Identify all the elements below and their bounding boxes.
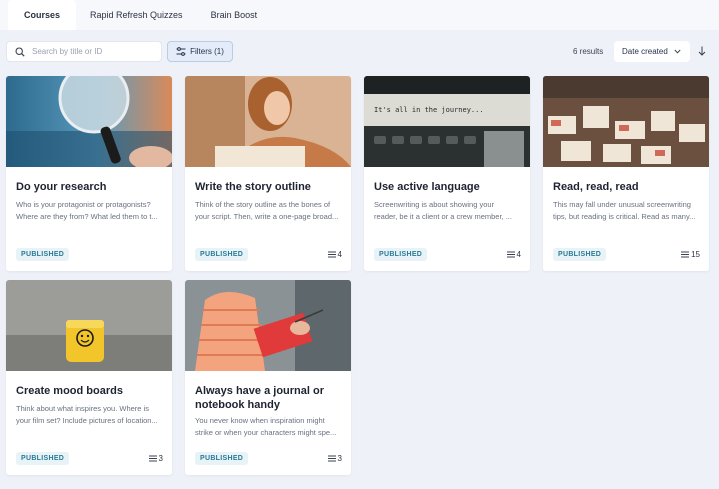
course-card-write-the-story-outline[interactable]: Write the story outline Think of the sto… bbox=[185, 76, 351, 271]
lesson-count: 4 bbox=[506, 250, 521, 259]
sort-label: Date created bbox=[622, 47, 668, 56]
card-title: Do your research bbox=[16, 181, 107, 193]
toolbar: Filters (1) 6 results Date created bbox=[6, 41, 713, 63]
list-icon bbox=[681, 251, 690, 258]
tab-rapid-refresh-quizzes[interactable]: Rapid Refresh Quizzes bbox=[76, 0, 197, 30]
card-title: Use active language bbox=[374, 181, 480, 193]
filters-button[interactable]: Filters (1) bbox=[167, 41, 233, 62]
list-icon bbox=[327, 251, 336, 258]
typewriter-text: It's all in the journey... bbox=[374, 106, 484, 114]
card-description: This may fall under unusual screenwritin… bbox=[553, 200, 696, 221]
lesson-count: 3 bbox=[327, 454, 342, 463]
lesson-count: 3 bbox=[148, 454, 163, 463]
card-thumbnail: It's all in the journey... bbox=[364, 76, 530, 167]
sort-dropdown[interactable]: Date created bbox=[614, 41, 690, 62]
card-thumbnail bbox=[6, 280, 172, 371]
course-card-do-your-research[interactable]: Do your research Who is your protagonist… bbox=[6, 76, 172, 271]
list-icon bbox=[148, 455, 157, 462]
arrow-down-icon bbox=[698, 46, 706, 56]
lesson-count: 4 bbox=[327, 250, 342, 259]
sliders-icon bbox=[176, 47, 186, 56]
status-badge: PUBLISHED bbox=[16, 452, 70, 465]
sort-direction-button[interactable] bbox=[695, 44, 709, 58]
course-card-create-mood-boards[interactable]: Create mood boards Think about what insp… bbox=[6, 280, 172, 475]
search-input[interactable] bbox=[32, 47, 152, 56]
tab-courses[interactable]: Courses bbox=[8, 0, 77, 30]
search-icon bbox=[15, 46, 25, 57]
card-description: Think of the story outline as the bones … bbox=[195, 200, 339, 221]
list-icon bbox=[327, 455, 336, 462]
card-description: You never know when inspiration might str… bbox=[195, 416, 337, 437]
card-title: Write the story outline bbox=[195, 181, 311, 193]
card-description: Who is your protagonist or protagonists?… bbox=[16, 200, 158, 221]
chevron-down-icon bbox=[674, 49, 681, 54]
card-thumbnail bbox=[185, 280, 351, 371]
status-badge: PUBLISHED bbox=[195, 452, 249, 465]
course-card-read-read-read[interactable]: Read, read, read This may fall under unu… bbox=[543, 76, 709, 271]
tab-brain-boost[interactable]: Brain Boost bbox=[197, 0, 272, 30]
status-badge: PUBLISHED bbox=[374, 248, 428, 261]
tab-bar: Courses Rapid Refresh Quizzes Brain Boos… bbox=[0, 0, 719, 30]
card-thumbnail bbox=[6, 76, 172, 167]
card-title: Create mood boards bbox=[16, 385, 123, 397]
card-title: Read, read, read bbox=[553, 181, 639, 193]
lesson-count: 15 bbox=[681, 250, 700, 259]
card-thumbnail bbox=[185, 76, 351, 167]
results-count: 6 results bbox=[573, 47, 604, 56]
filters-label: Filters (1) bbox=[190, 47, 224, 56]
course-card-use-active-language[interactable]: It's all in the journey... Use active la… bbox=[364, 76, 530, 271]
status-badge: PUBLISHED bbox=[16, 248, 70, 261]
search-box[interactable] bbox=[6, 41, 162, 62]
card-description: Think about what inspires you. Where is y… bbox=[16, 404, 158, 425]
course-card-always-have-a-journal[interactable]: Always have a journal or notebook handy … bbox=[185, 280, 351, 475]
list-icon bbox=[506, 251, 515, 258]
card-title: Always have a journal or notebook handy bbox=[195, 385, 324, 411]
card-description: Screenwriting is about showing your reade… bbox=[374, 200, 512, 221]
status-badge: PUBLISHED bbox=[553, 248, 607, 261]
status-badge: PUBLISHED bbox=[195, 248, 249, 261]
card-thumbnail bbox=[543, 76, 709, 167]
